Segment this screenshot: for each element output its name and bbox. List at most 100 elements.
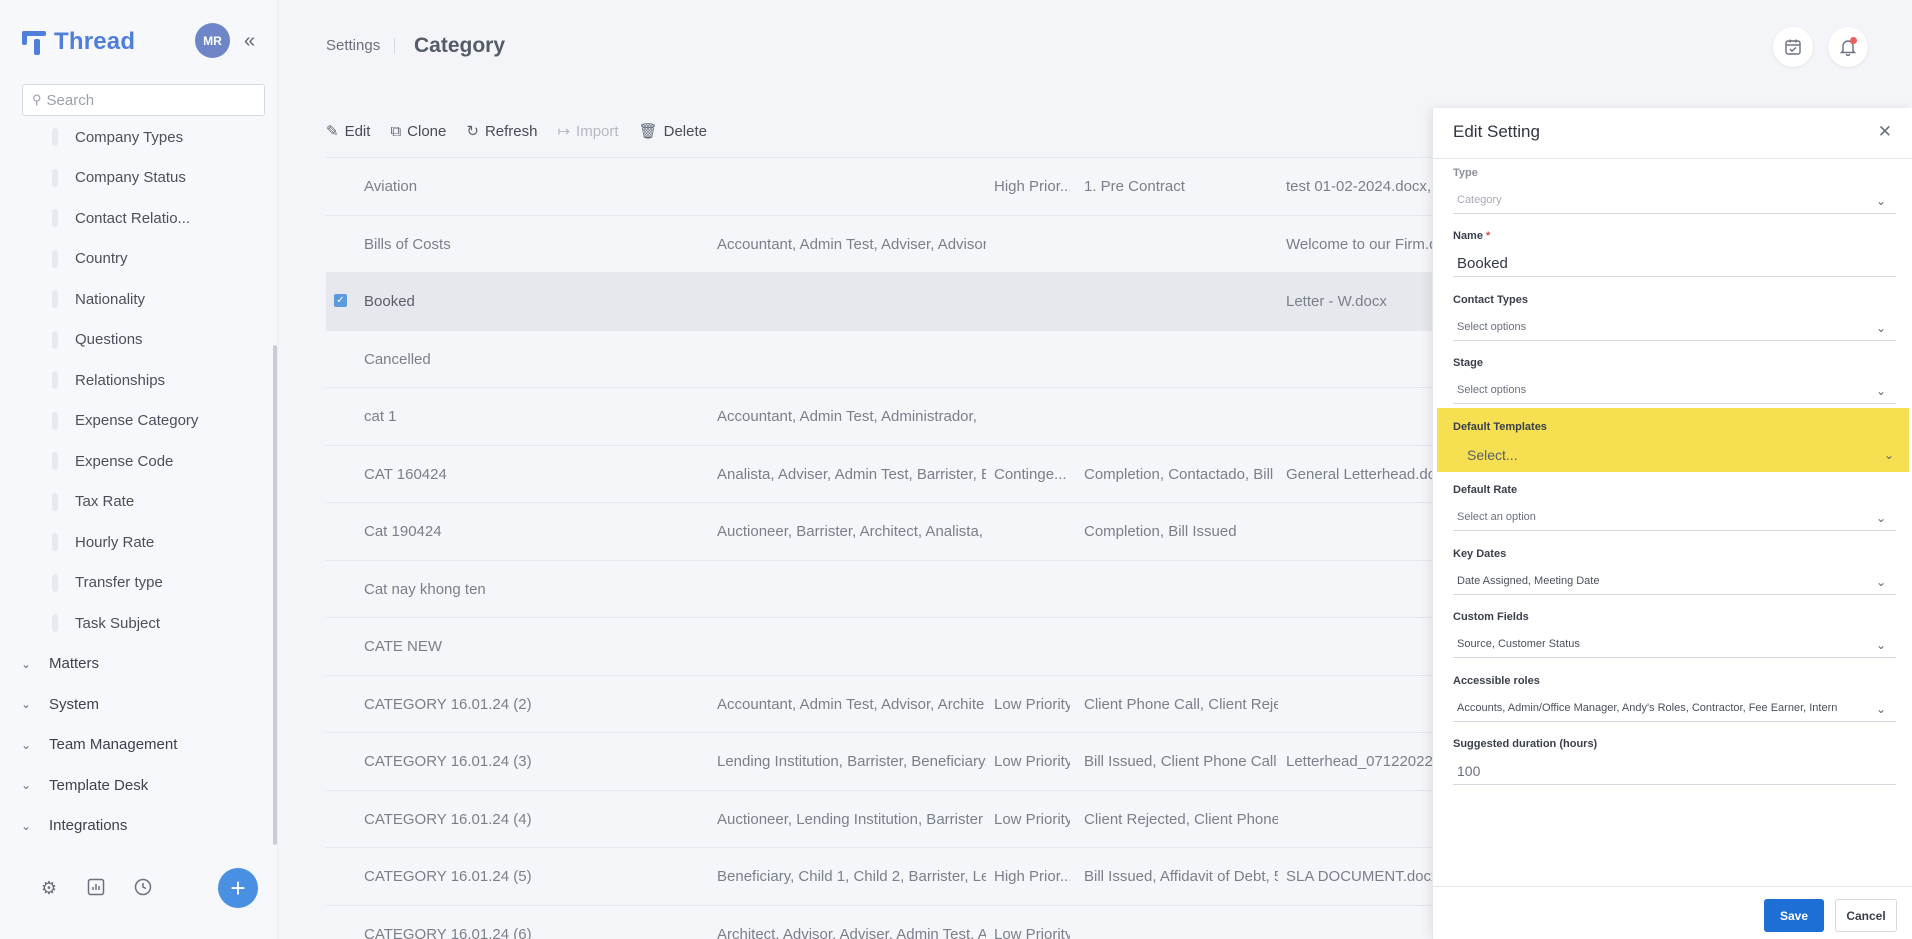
name-field: Name * Booked — [1453, 230, 1896, 277]
sidebar-item-task-subject[interactable]: Task Subject — [0, 603, 270, 644]
breadcrumb-settings[interactable]: Settings — [326, 37, 380, 54]
stage-select[interactable]: Select options ⌄ — [1453, 377, 1896, 404]
copy-icon: ⧉ — [390, 122, 402, 140]
sidebar-group-label: Template Desk — [49, 776, 149, 794]
sidebar-item-company-types[interactable]: Company Types — [0, 117, 270, 158]
sidebar-item-relationships[interactable]: Relationships — [0, 360, 270, 401]
table-row[interactable]: CATEGORY 16.01.24 (4) Auctioneer, Lending… — [326, 790, 1436, 848]
search-input[interactable] — [46, 91, 247, 109]
default-rate-value: Select an option — [1457, 511, 1536, 523]
sidebar-item-expense-code[interactable]: Expense Code — [0, 441, 270, 482]
table-row[interactable]: Cat 190424 Auctioneer, Barrister, Archite… — [326, 503, 1436, 561]
settings-gear-icon[interactable]: ⚙ — [39, 878, 59, 898]
sidebar-group-system[interactable]: ⌄ System — [0, 684, 270, 725]
stage-value: Select options — [1457, 384, 1527, 396]
default-templates-label: Default Templates — [1453, 421, 1547, 433]
suggested-duration-input[interactable]: 100 — [1453, 758, 1896, 785]
table-row[interactable]: CATEGORY 16.01.24 (2) Accountant, Admin T… — [326, 675, 1436, 733]
priority-cell: Continge... — [994, 465, 1067, 483]
refresh-icon: ↻ — [466, 123, 479, 140]
calendar-button[interactable] — [1773, 27, 1813, 67]
sidebar-group-integrations[interactable]: ⌄ Integrations — [0, 806, 270, 847]
sidebar-item-questions[interactable]: Questions — [0, 320, 270, 361]
sidebar-item-company-status[interactable]: Company Status — [0, 158, 270, 199]
sidebar-item-transfer-type[interactable]: Transfer type — [0, 563, 270, 604]
default-rate-label: Default Rate — [1453, 484, 1518, 496]
clock-icon[interactable] — [133, 878, 153, 898]
nav-marker — [52, 290, 58, 309]
table-row[interactable]: ✓ Booked Letter - W.docx — [326, 273, 1436, 331]
add-new-button[interactable]: + — [218, 868, 258, 908]
table-row[interactable]: Cat nay khong ten — [326, 560, 1436, 618]
import-button[interactable]: ↦ Import — [557, 122, 618, 141]
close-icon[interactable]: ✕ — [1878, 122, 1892, 142]
table-row[interactable]: CATEGORY 16.01.24 (3) Lending Institution… — [326, 733, 1436, 791]
category-name-cell: Booked — [364, 293, 415, 310]
chevron-down-icon: ⌄ — [21, 697, 32, 712]
stage-cell: Bill Issued, Client Phone Call, — [1084, 753, 1278, 770]
stage-cell: Client Rejected, Client Phone — [1084, 810, 1278, 828]
table-row[interactable]: CAT 160424 Analista, Adviser, Admin Test,… — [326, 445, 1436, 503]
cancel-button[interactable]: Cancel — [1835, 899, 1897, 932]
sidebar-group-label: Team Management — [49, 736, 178, 754]
default-templates-select[interactable]: Select... ⌄ — [1453, 441, 1896, 468]
notifications-button[interactable] — [1828, 27, 1868, 67]
chevron-down-icon: ⌄ — [1875, 384, 1886, 398]
sidebar-item-tax-rate[interactable]: Tax Rate — [0, 482, 270, 523]
table-row[interactable]: CATE NEW — [326, 618, 1436, 676]
collapse-sidebar-icon[interactable]: « — [244, 30, 255, 53]
type-select[interactable]: Category ⌄ — [1453, 187, 1896, 214]
nav-marker — [52, 573, 58, 592]
user-avatar[interactable]: MR — [195, 23, 230, 58]
sidebar-item-nationality[interactable]: Nationality — [0, 279, 270, 320]
sidebar-item-label: Expense Category — [75, 412, 199, 430]
delete-button[interactable]: 🗑 Delete — [639, 122, 707, 141]
sidebar-item-country[interactable]: Country — [0, 239, 270, 280]
priority-cell: Low Priority — [994, 753, 1070, 770]
table-row[interactable]: CATEGORY 16.01.24 (5) Beneficiary, Child … — [326, 848, 1436, 906]
sidebar-item-hourly-rate[interactable]: Hourly Rate — [0, 522, 270, 563]
category-name-cell: Cat 190424 — [364, 523, 442, 540]
toolbar: ✎ Edit ⧉ Clone ↻ Refresh ↦ Import 🗑 Delete — [326, 120, 727, 142]
custom-fields-value: Source, Customer Status — [1457, 638, 1580, 650]
stage-cell: 1. Pre Contract — [1084, 178, 1185, 195]
reports-chart-icon[interactable] — [86, 878, 106, 898]
sidebar-item-label: Nationality — [75, 290, 146, 308]
default-rate-select[interactable]: Select an option ⌄ — [1453, 504, 1896, 531]
refresh-button[interactable]: ↻ Refresh — [466, 122, 537, 141]
table-row[interactable]: Cancelled — [326, 330, 1436, 388]
name-input[interactable]: Booked — [1453, 250, 1896, 277]
template-cell: Letterhead_07122022( — [1286, 753, 1436, 770]
sidebar-item-label: Contact Relatio... — [75, 209, 191, 227]
sidebar-group-team-management[interactable]: ⌄ Team Management — [0, 725, 270, 766]
notification-badge — [1850, 37, 1857, 44]
sidebar-item-expense-category[interactable]: Expense Category — [0, 401, 270, 442]
table-row[interactable]: Bills of Costs Accountant, Admin Test, Ad… — [326, 215, 1436, 273]
row-checkbox-checked-icon[interactable]: ✓ — [334, 294, 347, 307]
sidebar-group-matters[interactable]: ⌄ Matters — [0, 644, 270, 685]
sidebar-search[interactable]: ⚲ — [22, 84, 265, 116]
chevron-down-icon: ⌄ — [1875, 575, 1886, 589]
roles-cell: Auctioneer, Lending Institution, Barrist… — [717, 810, 983, 828]
nav-marker — [52, 249, 58, 268]
table-row[interactable]: Aviation High Prior... 1. Pre Contract test… — [326, 158, 1436, 216]
key-dates-label: Key Dates — [1453, 548, 1507, 560]
sidebar-group-template-desk[interactable]: ⌄ Template Desk — [0, 765, 270, 806]
contact-types-select[interactable]: Select options ⌄ — [1453, 314, 1896, 341]
table-row[interactable]: CATEGORY 16.01.24 (6) Architect, Advisor,… — [326, 905, 1436, 939]
accessible-roles-select[interactable]: Accounts, Admin/Office Manager, Andy's R… — [1453, 695, 1896, 722]
category-name-cell: CATE NEW — [364, 638, 443, 655]
name-label: Name * — [1453, 230, 1491, 242]
app-logo[interactable]: Thread — [22, 28, 135, 56]
edit-button[interactable]: ✎ Edit — [326, 122, 370, 141]
suggested-duration-label: Suggested duration (hours) — [1453, 738, 1598, 750]
sidebar-group-label: System — [49, 695, 100, 713]
save-button[interactable]: Save — [1764, 899, 1824, 932]
key-dates-select[interactable]: Date Assigned, Meeting Date ⌄ — [1453, 568, 1896, 595]
sidebar-scrollbar[interactable] — [273, 345, 277, 845]
table-row[interactable]: cat 1 Accountant, Admin Test, Administrad… — [326, 388, 1436, 446]
roles-cell: Accountant, Admin Test, Advisor, Archite — [717, 695, 985, 713]
sidebar-item-contact-relations[interactable]: Contact Relatio... — [0, 198, 270, 239]
clone-button[interactable]: ⧉ Clone — [390, 123, 446, 140]
custom-fields-select[interactable]: Source, Customer Status ⌄ — [1453, 631, 1896, 658]
